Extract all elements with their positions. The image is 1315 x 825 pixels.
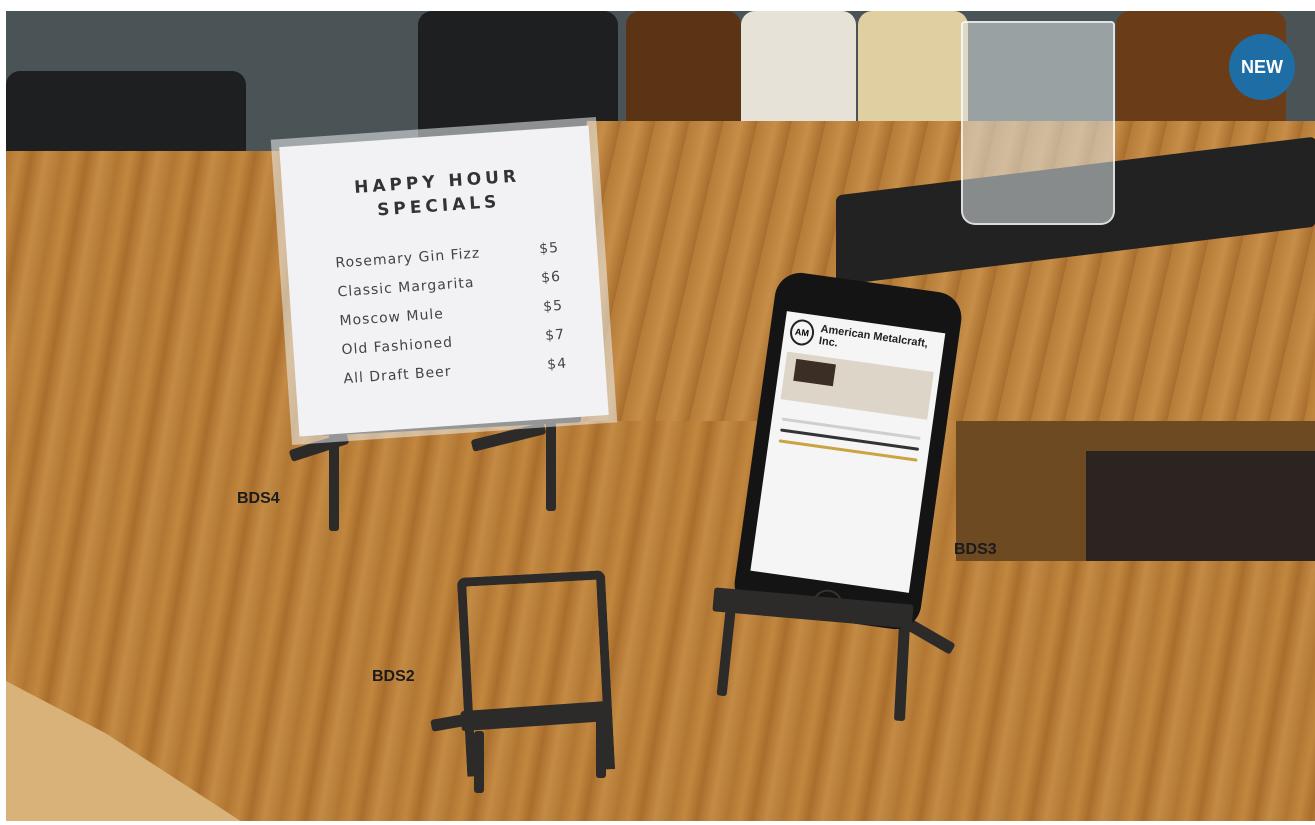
- new-badge: NEW: [1229, 34, 1295, 100]
- brand-name: American Metalcraft, Inc.: [818, 323, 929, 351]
- menu-item-price: $5: [542, 297, 564, 316]
- label-bds3: BDS3: [954, 541, 997, 558]
- stand-bds4-leg: [546, 411, 556, 511]
- menu-item-price: $4: [546, 355, 568, 373]
- label-bds4: BDS4: [237, 490, 280, 507]
- menu-list: Rosemary Gin Fizz $5 Classic Margarita $6 …: [335, 240, 569, 400]
- product-photo: HAPPY HOUR SPECIALS Rosemary Gin Fizz $5 …: [6, 11, 1315, 821]
- menu-item-price: $7: [544, 326, 566, 345]
- label-bds2: BDS2: [372, 668, 415, 685]
- menu-card: HAPPY HOUR SPECIALS Rosemary Gin Fizz $5 …: [279, 125, 609, 437]
- counter-shadow: [1086, 451, 1315, 561]
- menu-card-title: HAPPY HOUR SPECIALS: [353, 166, 521, 221]
- mixing-glass: [961, 21, 1115, 225]
- phone-screen: AM American Metalcraft, Inc.: [750, 311, 946, 593]
- stand-bds2-leg: [474, 731, 484, 793]
- menu-item-price: $6: [540, 268, 562, 287]
- stand-bds2-leg: [596, 716, 606, 778]
- menu-item-name: All Draft Beer: [343, 363, 453, 388]
- bar-spoon-image: [780, 428, 920, 451]
- menu-item-price: $5: [538, 239, 560, 258]
- brand-logo-icon: AM: [788, 317, 816, 347]
- bar-spoon-image: [778, 439, 918, 462]
- new-badge-label: NEW: [1241, 56, 1283, 77]
